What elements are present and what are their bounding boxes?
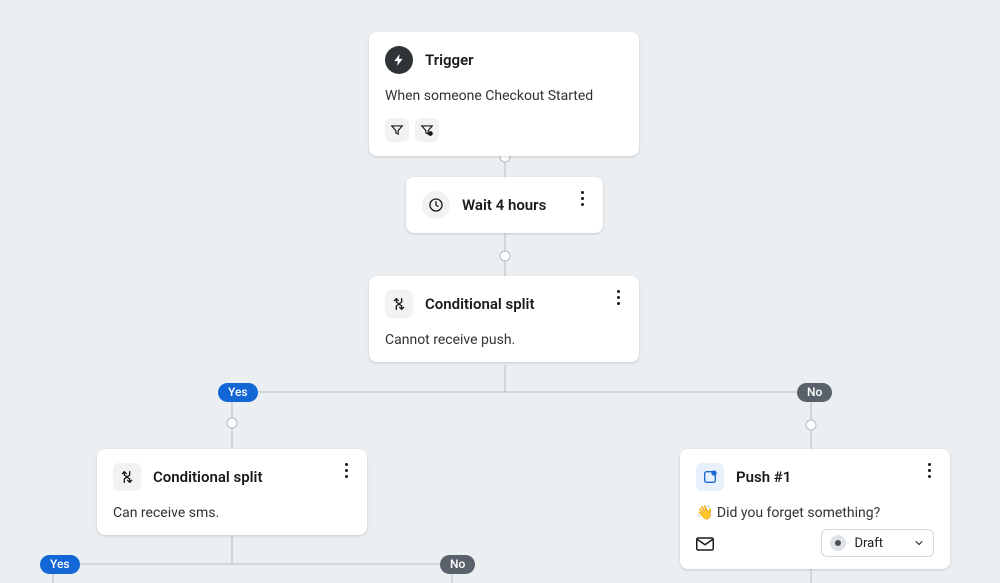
split1-title: Conditional split <box>425 295 534 313</box>
branch-label-no-1: No <box>797 383 832 402</box>
push-node-1[interactable]: Push #1 👋 Did you forget something? Draf… <box>680 449 950 569</box>
branch-label-no-2: No <box>440 555 475 574</box>
chevron-down-icon <box>913 537 925 549</box>
push-notification-icon <box>696 463 724 491</box>
flow-canvas[interactable]: Trigger When someone Checkout Started Wa… <box>0 0 1000 583</box>
clock-icon <box>422 191 450 219</box>
trigger-profile-filter-chip[interactable] <box>415 118 439 142</box>
split-icon <box>385 290 413 318</box>
split2-menu-button[interactable] <box>337 461 355 479</box>
push-title: Push #1 <box>736 468 791 486</box>
wait-title: Wait 4 hours <box>462 196 546 214</box>
split2-desc: Can receive sms. <box>113 505 351 521</box>
bolt-icon <box>385 46 413 74</box>
smart-send-icon[interactable] <box>696 536 714 555</box>
push-status-select[interactable]: Draft <box>821 529 934 557</box>
branch-label-yes-2: Yes <box>40 555 80 574</box>
split1-desc: Cannot receive push. <box>385 332 623 348</box>
trigger-desc: When someone Checkout Started <box>385 88 623 104</box>
wait-menu-button[interactable] <box>573 189 591 207</box>
split-icon <box>113 463 141 491</box>
push-desc: 👋 Did you forget something? <box>696 505 934 521</box>
split1-menu-button[interactable] <box>609 288 627 306</box>
trigger-title: Trigger <box>425 51 474 69</box>
push-status-label: Draft <box>854 536 883 551</box>
split2-title: Conditional split <box>153 468 262 486</box>
conditional-split-node-2[interactable]: Conditional split Can receive sms. <box>97 449 367 535</box>
push-menu-button[interactable] <box>920 461 938 479</box>
trigger-filter-chip[interactable] <box>385 118 409 142</box>
wait-node[interactable]: Wait 4 hours <box>406 177 603 233</box>
status-dot-icon <box>830 535 846 551</box>
branch-label-yes-1: Yes <box>218 383 258 402</box>
conditional-split-node-1[interactable]: Conditional split Cannot receive push. <box>369 276 639 362</box>
trigger-node[interactable]: Trigger When someone Checkout Started <box>369 32 639 156</box>
